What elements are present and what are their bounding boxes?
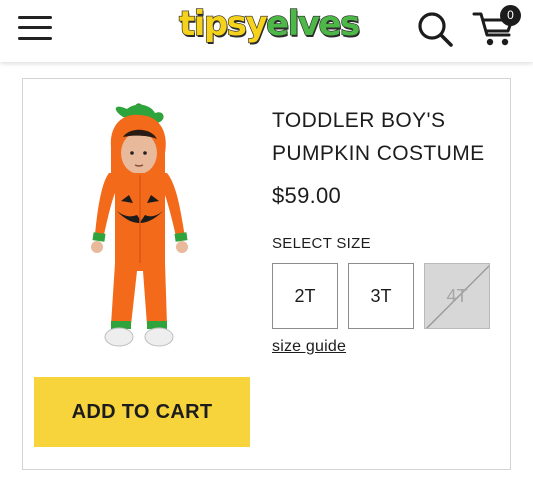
logo-text-elves: elves: [266, 3, 361, 44]
size-option-4t-unavailable[interactable]: 4T: [424, 263, 490, 329]
logo-text-tipsy: tipsy: [178, 3, 268, 44]
size-option-label: 3T: [370, 285, 392, 306]
menu-bar: [18, 16, 52, 19]
size-option-3t[interactable]: 3T: [348, 263, 414, 329]
product-title-line: TODDLER BOY'S: [272, 109, 446, 132]
size-guide-link[interactable]: size guide: [272, 338, 346, 356]
menu-bar: [18, 26, 52, 29]
toddler-pumpkin-costume-photo: [91, 103, 188, 347]
site-header: tipsyelves 0: [0, 0, 533, 62]
site-logo[interactable]: tipsyelves: [178, 1, 361, 53]
size-option-label: 2T: [294, 285, 316, 306]
menu-bar: [18, 37, 52, 40]
size-option-label: 4T: [446, 285, 468, 306]
add-to-cart-button[interactable]: ADD TO CART: [34, 377, 250, 447]
product-title-line: PUMPKIN COSTUME: [272, 142, 485, 165]
product-card: TODDLER BOY'S PUMPKIN COSTUME $59.00 SEL…: [22, 78, 511, 470]
search-icon[interactable]: [416, 10, 454, 48]
hamburger-menu-icon[interactable]: [18, 14, 54, 42]
product-price: $59.00: [272, 183, 342, 208]
cart-count-badge: 0: [500, 5, 521, 26]
select-size-label: SELECT SIZE: [272, 235, 371, 252]
size-option-2t[interactable]: 2T: [272, 263, 338, 329]
product-title: TODDLER BOY'S PUMPKIN COSTUME: [272, 104, 502, 170]
product-image[interactable]: [81, 103, 191, 353]
